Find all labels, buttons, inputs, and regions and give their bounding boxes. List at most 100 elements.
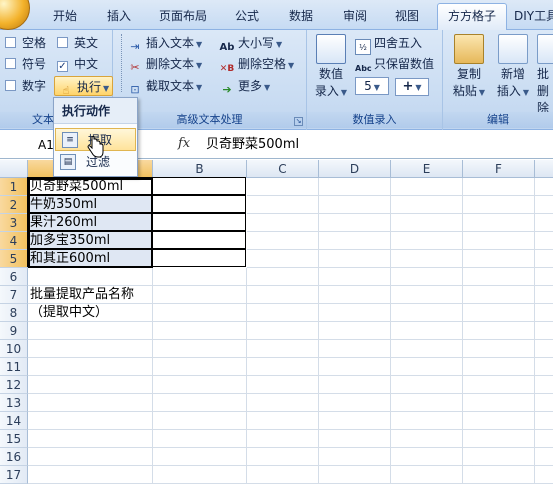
cell-E13[interactable] bbox=[391, 394, 463, 412]
cell-E8[interactable] bbox=[391, 304, 463, 322]
checkbox-box[interactable] bbox=[5, 80, 16, 91]
cell-G17[interactable] bbox=[535, 466, 553, 484]
cell-C14[interactable] bbox=[247, 412, 319, 430]
cell-G15[interactable] bbox=[535, 430, 553, 448]
insert-text-button[interactable]: ⇥ 插入文本 ▼ bbox=[127, 33, 202, 53]
cell-G4[interactable] bbox=[535, 232, 553, 250]
cell-A10[interactable] bbox=[28, 340, 153, 358]
cell-C11[interactable] bbox=[247, 358, 319, 376]
cell-A3[interactable]: 果汁260ml bbox=[27, 213, 152, 231]
checkbox-box[interactable] bbox=[5, 58, 16, 69]
cell-F3[interactable] bbox=[463, 214, 535, 232]
cell-A16[interactable] bbox=[28, 448, 153, 466]
column-header-c[interactable]: C bbox=[247, 160, 319, 178]
cell-D13[interactable] bbox=[319, 394, 391, 412]
cell-C9[interactable] bbox=[247, 322, 319, 340]
cell-E15[interactable] bbox=[391, 430, 463, 448]
cell-D9[interactable] bbox=[319, 322, 391, 340]
cell-F5[interactable] bbox=[463, 250, 535, 268]
cell-D5[interactable] bbox=[319, 250, 391, 268]
tab-formulas[interactable]: 公式 bbox=[228, 6, 266, 28]
tab-diy-toolbox[interactable]: DIY工具箱 bbox=[514, 6, 553, 28]
row-header-17[interactable]: 17 bbox=[0, 466, 28, 484]
tab-home[interactable]: 开始 bbox=[46, 6, 84, 28]
cell-C3[interactable] bbox=[247, 214, 319, 232]
fx-icon[interactable]: fx bbox=[178, 136, 190, 151]
cell-G13[interactable] bbox=[535, 394, 553, 412]
cell-A15[interactable] bbox=[28, 430, 153, 448]
cell-F1[interactable] bbox=[463, 178, 535, 196]
remove-space-button[interactable]: ✕B 删除空格 ▼ bbox=[219, 54, 294, 74]
checkbox-chinese[interactable]: ✓ 中文 bbox=[57, 54, 98, 74]
cell-F9[interactable] bbox=[463, 322, 535, 340]
row-header-13[interactable]: 13 bbox=[0, 394, 28, 412]
cell-A9[interactable] bbox=[28, 322, 153, 340]
cell-A4[interactable]: 加多宝350ml bbox=[27, 231, 152, 249]
cell-B6[interactable] bbox=[153, 268, 247, 286]
tab-insert[interactable]: 插入 bbox=[100, 6, 138, 28]
cell-G16[interactable] bbox=[535, 448, 553, 466]
cell-A7[interactable]: 批量提取产品名称 bbox=[28, 286, 153, 304]
column-header-g[interactable] bbox=[535, 160, 553, 178]
case-button[interactable]: Ab 大小写 ▼ bbox=[219, 33, 283, 53]
cell-C15[interactable] bbox=[247, 430, 319, 448]
cell-D4[interactable] bbox=[319, 232, 391, 250]
cell-A12[interactable] bbox=[28, 376, 153, 394]
row-header-10[interactable]: 10 bbox=[0, 340, 28, 358]
cell-B10[interactable] bbox=[153, 340, 247, 358]
checkbox-box-checked[interactable]: ✓ bbox=[57, 61, 68, 72]
checkbox-box[interactable] bbox=[5, 37, 16, 48]
cell-D14[interactable] bbox=[319, 412, 391, 430]
cell-A5[interactable]: 和其正600ml bbox=[27, 249, 152, 267]
cell-D15[interactable] bbox=[319, 430, 391, 448]
column-header-d[interactable]: D bbox=[319, 160, 391, 178]
cell-E14[interactable] bbox=[391, 412, 463, 430]
checkbox-box[interactable] bbox=[57, 37, 68, 48]
cell-B16[interactable] bbox=[153, 448, 247, 466]
cell-B15[interactable] bbox=[153, 430, 247, 448]
cell-E11[interactable] bbox=[391, 358, 463, 376]
cell-G12[interactable] bbox=[535, 376, 553, 394]
cell-D8[interactable] bbox=[319, 304, 391, 322]
plus-select[interactable]: + ▼ bbox=[395, 76, 429, 96]
cell-F11[interactable] bbox=[463, 358, 535, 376]
cut-text-button[interactable]: ⊡ 截取文本 ▼ bbox=[127, 76, 202, 96]
row-header-5[interactable]: 5 bbox=[0, 250, 28, 268]
cell-E1[interactable] bbox=[391, 178, 463, 196]
cell-F12[interactable] bbox=[463, 376, 535, 394]
cell-C1[interactable] bbox=[247, 178, 319, 196]
execute-button[interactable]: ☝ 执行 ▼ bbox=[54, 76, 114, 97]
formula-input[interactable]: 贝奇野菜500ml bbox=[206, 135, 299, 155]
cell-C17[interactable] bbox=[247, 466, 319, 484]
cell-G7[interactable] bbox=[535, 286, 553, 304]
cell-C12[interactable] bbox=[247, 376, 319, 394]
select-all-corner[interactable] bbox=[0, 160, 28, 178]
cell-C2[interactable] bbox=[247, 196, 319, 214]
spin-select[interactable]: 5 ▼ bbox=[355, 76, 389, 96]
cell-C10[interactable] bbox=[247, 340, 319, 358]
cell-G1[interactable] bbox=[535, 178, 553, 196]
cell-B7[interactable] bbox=[153, 286, 247, 304]
cell-G5[interactable] bbox=[535, 250, 553, 268]
cell-B8[interactable] bbox=[153, 304, 247, 322]
cell-B4[interactable] bbox=[152, 231, 246, 249]
row-header-15[interactable]: 15 bbox=[0, 430, 28, 448]
checkbox-english[interactable]: 英文 bbox=[57, 33, 98, 53]
cell-F2[interactable] bbox=[463, 196, 535, 214]
cell-D16[interactable] bbox=[319, 448, 391, 466]
cell-F8[interactable] bbox=[463, 304, 535, 322]
checkbox-symbol[interactable]: 符号 bbox=[5, 54, 46, 74]
tab-page-layout[interactable]: 页面布局 bbox=[152, 6, 214, 28]
cell-D2[interactable] bbox=[319, 196, 391, 214]
delete-text-button[interactable]: ✂ 删除文本 ▼ bbox=[127, 54, 202, 74]
cell-E5[interactable] bbox=[391, 250, 463, 268]
cell-G3[interactable] bbox=[535, 214, 553, 232]
cell-F15[interactable] bbox=[463, 430, 535, 448]
cell-E16[interactable] bbox=[391, 448, 463, 466]
cell-G8[interactable] bbox=[535, 304, 553, 322]
cell-C16[interactable] bbox=[247, 448, 319, 466]
keep-value-button[interactable]: Abc 只保留数值 bbox=[355, 54, 434, 74]
cell-G9[interactable] bbox=[535, 322, 553, 340]
row-header-2[interactable]: 2 bbox=[0, 196, 28, 214]
cell-G10[interactable] bbox=[535, 340, 553, 358]
